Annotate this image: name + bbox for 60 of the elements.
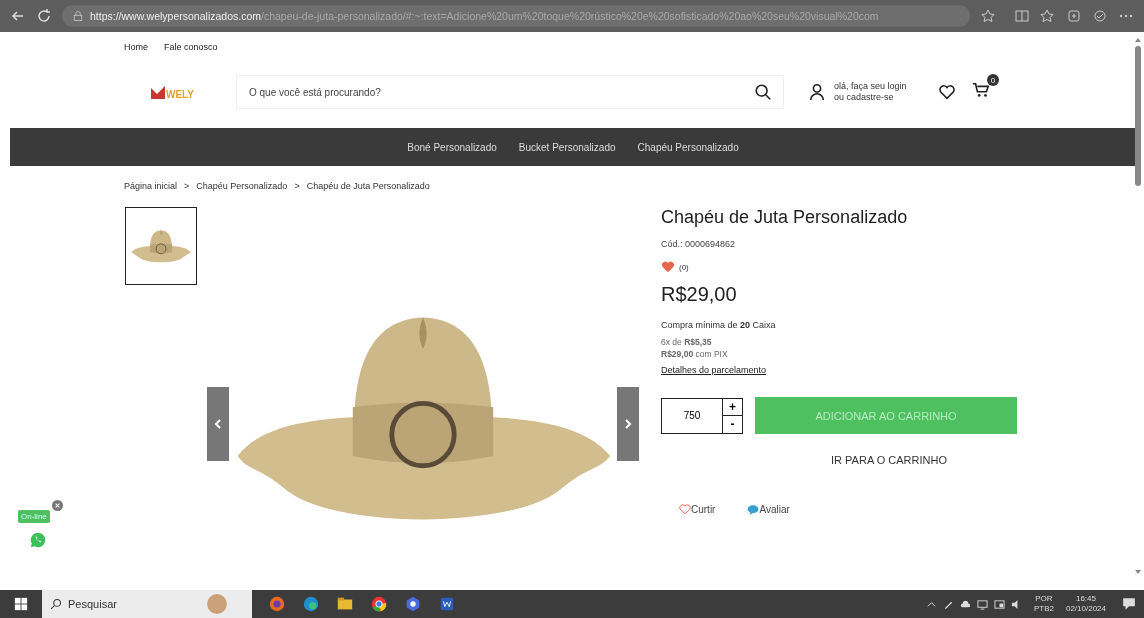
clock[interactable]: 16:45 02/10/2024: [1065, 594, 1106, 614]
avatar-icon: [206, 593, 228, 615]
product-code: Cód.: 0000694862: [661, 239, 737, 249]
go-to-cart-link[interactable]: IR PARA O CARRINHO: [831, 454, 947, 466]
breadcrumb-link[interactable]: Chapéu Personalizado: [196, 181, 288, 201]
display-icon[interactable]: [993, 598, 1005, 610]
heart-icon: [661, 261, 675, 273]
breadcrumb-separator: >: [294, 181, 300, 193]
top-link[interactable]: Fale conosco: [164, 42, 218, 62]
breadcrumb-link[interactable]: Página inicial: [124, 181, 178, 201]
product-price: R$29,00: [661, 283, 738, 306]
language-indicator[interactable]: POR PTB2: [1033, 594, 1054, 614]
reload-icon[interactable]: [36, 8, 52, 24]
cart-count-badge: 0: [987, 74, 999, 86]
like-count: (0): [679, 262, 689, 272]
chevron-right-icon: [623, 419, 633, 429]
word-icon[interactable]: [438, 595, 456, 613]
firefox-icon[interactable]: [268, 595, 286, 613]
chrome-icon[interactable]: [370, 595, 388, 613]
heart-outline-icon: [679, 504, 691, 515]
online-status-badge: On-line: [18, 510, 50, 523]
minimum-purchase-text: Compra mínima de 20 Caixa: [661, 320, 777, 330]
speech-bubble-icon: [747, 504, 760, 515]
like-link[interactable]: Curtir: [679, 504, 716, 515]
search-icon: [50, 598, 62, 610]
favorites-icon[interactable]: [1040, 8, 1056, 24]
chevron-left-icon: [213, 419, 223, 429]
edge-icon[interactable]: [302, 595, 320, 613]
login-link[interactable]: olá, faça seu login ou cadastre-se: [834, 81, 907, 103]
split-screen-icon[interactable]: [1014, 8, 1030, 24]
lock-icon: [72, 10, 84, 22]
search-field[interactable]: O que você está procurando?: [236, 75, 784, 109]
quantity-field[interactable]: 750: [661, 397, 723, 434]
notification-icon[interactable]: [1122, 597, 1136, 611]
taskbar-search-field[interactable]: Pesquisar: [42, 590, 252, 618]
close-icon[interactable]: [52, 500, 63, 511]
cart-icon[interactable]: [972, 81, 990, 99]
breadcrumb-link[interactable]: Chapéu de Juta Personalizado: [306, 181, 430, 201]
top-link[interactable]: Home: [124, 42, 148, 62]
windows-start-icon[interactable]: [14, 597, 28, 611]
thumbnail[interactable]: [125, 207, 197, 285]
cloud-icon[interactable]: [959, 598, 971, 610]
pix-price-text: R$29,00 com PIX: [661, 349, 729, 359]
installment-text: 6x de R$5,35: [661, 337, 713, 347]
breadcrumb-separator: >: [184, 181, 190, 193]
collections-icon[interactable]: [1066, 8, 1082, 24]
nav-link[interactable]: Chapéu Personalizado: [637, 141, 739, 153]
star-icon[interactable]: [980, 8, 996, 24]
hexagon-app-icon[interactable]: [404, 595, 422, 613]
url-text: https://www.welypersonalizados.com/chapeu-de-juta-personalizado/#:~:text=Adicione%20um%20toque%20rústico%20e%20sofisticado%20ao%20seu%20visual%20com: [90, 10, 879, 22]
address-bar[interactable]: https://www.welypersonalizados.com/chapeu-de-juta-personalizado/#:~:text=Adicione%20um%20toque%20rústico%20e%20sofisticado%20ao%20seu%20visual%20com: [62, 5, 970, 27]
installment-details-link[interactable]: Detalhes do parcelamento: [661, 365, 1021, 375]
nav-link[interactable]: Bucket Personalizado: [518, 141, 616, 153]
user-icon[interactable]: [808, 83, 826, 101]
search-icon[interactable]: [754, 83, 772, 101]
logo-mark-icon: [150, 84, 166, 100]
heart-icon[interactable]: [938, 83, 956, 101]
nav-link[interactable]: Boné Personalizado: [407, 141, 497, 153]
product-title: Chapéu de Juta Personalizado: [661, 207, 909, 228]
review-link[interactable]: Avaliar: [747, 504, 790, 515]
